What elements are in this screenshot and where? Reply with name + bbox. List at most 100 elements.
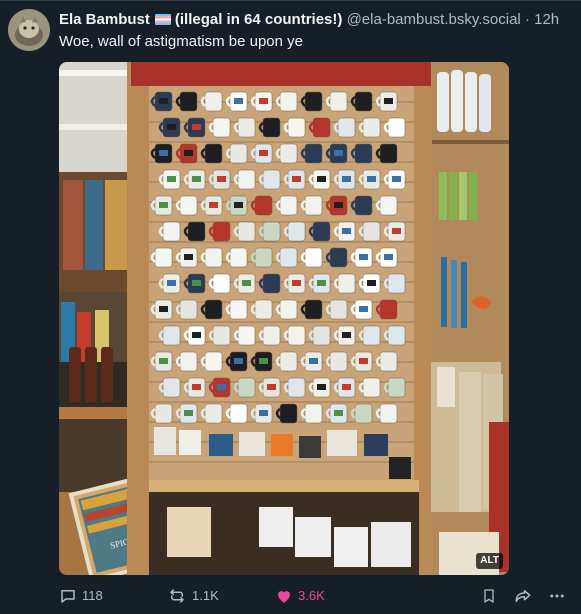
- mug-print: [167, 280, 176, 286]
- mug-print: [259, 358, 268, 364]
- mug-print: [159, 202, 168, 208]
- alt-badge[interactable]: ALT: [476, 553, 503, 569]
- mug: [329, 351, 348, 372]
- mug: [279, 351, 298, 372]
- post-header: Ela Bambust (illegal in 64 countries!) @e…: [59, 10, 571, 30]
- mug: [179, 299, 198, 320]
- mug: [204, 403, 223, 424]
- like-button[interactable]: 3.6K: [275, 585, 325, 607]
- mug: [329, 91, 348, 112]
- more-options-button[interactable]: [547, 585, 567, 607]
- mug: [354, 403, 373, 424]
- mug-print: [234, 202, 243, 208]
- mug-print: [309, 98, 318, 104]
- mug: [254, 195, 273, 216]
- mug: [304, 403, 323, 424]
- mug: [179, 91, 198, 112]
- bookstore-mug-wall-photo: SPICE: [59, 62, 509, 575]
- mug-print: [342, 384, 351, 390]
- share-icon: [515, 590, 531, 602]
- mug-print: [342, 176, 351, 182]
- mug: [362, 221, 381, 242]
- mug-print: [384, 98, 393, 104]
- mug: [312, 221, 331, 242]
- mug: [379, 299, 398, 320]
- mug: [329, 299, 348, 320]
- mug: [279, 247, 298, 268]
- mug: [287, 325, 306, 346]
- mug: [337, 273, 356, 294]
- mug: [312, 325, 331, 346]
- mug: [162, 325, 181, 346]
- mug: [154, 403, 173, 424]
- mug-print: [309, 306, 318, 312]
- mug-print: [234, 98, 243, 104]
- mug: [262, 117, 281, 138]
- mug-print: [159, 358, 168, 364]
- post-timestamp[interactable]: 12h: [534, 11, 559, 28]
- mug: [237, 117, 256, 138]
- mug-print: [159, 150, 168, 156]
- mug-print: [184, 410, 193, 416]
- repost-icon: [170, 589, 184, 603]
- mug: [212, 325, 231, 346]
- mug: [287, 221, 306, 242]
- mug: [212, 221, 231, 242]
- mug: [237, 169, 256, 190]
- bookmark-icon: [484, 589, 494, 603]
- mug: [237, 221, 256, 242]
- mug-print: [367, 176, 376, 182]
- mug: [362, 325, 381, 346]
- repost-button[interactable]: 1.1K: [167, 585, 219, 607]
- mug: [387, 377, 406, 398]
- mug: [279, 299, 298, 320]
- mug-print: [259, 410, 268, 416]
- mug-print: [359, 358, 368, 364]
- mug: [229, 403, 248, 424]
- mug-print: [267, 384, 276, 390]
- bookmark-button[interactable]: [481, 585, 497, 607]
- mug: [387, 325, 406, 346]
- avatar-image: [8, 9, 50, 51]
- mug: [162, 377, 181, 398]
- share-button[interactable]: [513, 585, 533, 607]
- author-name-suffix[interactable]: (illegal in 64 countries!): [175, 11, 343, 28]
- mug: [279, 91, 298, 112]
- author-display-name[interactable]: Ela Bambust: [59, 11, 150, 28]
- mug: [279, 143, 298, 164]
- mug: [204, 91, 223, 112]
- mug: [304, 143, 323, 164]
- mug: [279, 403, 298, 424]
- mug-print: [334, 410, 343, 416]
- mug: [237, 377, 256, 398]
- mug-print: [209, 202, 218, 208]
- mug: [204, 247, 223, 268]
- mug-print: [192, 384, 201, 390]
- mug-print: [342, 332, 351, 338]
- mug: [329, 247, 348, 268]
- post-text: Woe, wall of astigmatism be upon ye: [59, 33, 304, 50]
- mug-print: [184, 150, 193, 156]
- reply-button[interactable]: 118: [59, 585, 103, 607]
- mug-print: [167, 124, 176, 130]
- mug-print: [192, 280, 201, 286]
- mug: [229, 299, 248, 320]
- mug: [304, 195, 323, 216]
- like-count: 3.6K: [298, 588, 325, 603]
- avatar[interactable]: [8, 9, 50, 51]
- mug-print: [292, 280, 301, 286]
- author-handle[interactable]: @ela-bambust.bsky.social: [347, 11, 521, 28]
- mug: [379, 403, 398, 424]
- mug: [312, 117, 331, 138]
- mug: [304, 247, 323, 268]
- reply-icon: [61, 590, 75, 603]
- mug: [362, 377, 381, 398]
- mug-print: [292, 176, 301, 182]
- mug-print: [234, 358, 243, 364]
- mug-print: [159, 98, 168, 104]
- more-icon: [550, 594, 564, 598]
- post-image[interactable]: SPICE ALT: [59, 62, 509, 575]
- header-separator: ·: [524, 11, 530, 28]
- post[interactable]: Ela Bambust (illegal in 64 countries!) @e…: [0, 0, 581, 614]
- mug: [204, 351, 223, 372]
